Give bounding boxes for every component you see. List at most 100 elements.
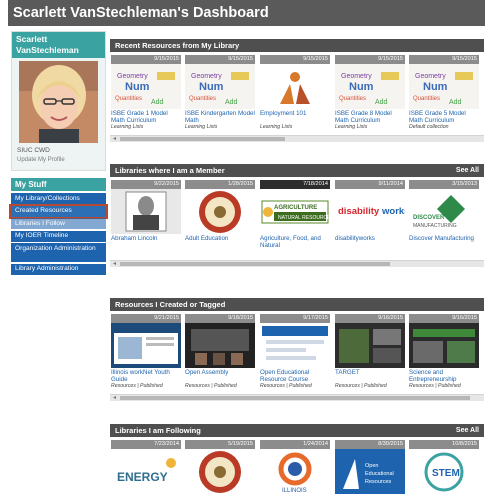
sidebar: Scarlett VanStechleman SIUC CWD Update M…: [9, 31, 108, 275]
state-seal-icon[interactable]: [185, 189, 255, 234]
menu-item-library-admin[interactable]: Library Administration: [11, 263, 106, 275]
svg-text:Geometry: Geometry: [341, 73, 372, 80]
tile-title[interactable]: [260, 495, 330, 501]
resource-tile[interactable]: 9/16/2015 Science and Entrepreneurship Res…: [409, 314, 479, 392]
svg-text:NATURAL RESOURCES: NATURAL RESOURCES: [278, 215, 330, 221]
tile-title[interactable]: Adult Education: [185, 235, 255, 249]
resource-tile[interactable]: 9/18/2015 Open Assembly Resources | Publis…: [185, 314, 255, 392]
menu-item-my-library[interactable]: My Library/Collections: [11, 193, 106, 204]
tile-title[interactable]: ISBE Grade 5 Model Math Curriculum: [409, 110, 479, 124]
tile-title[interactable]: disabilityworks: [335, 235, 405, 249]
svg-text:Geometry: Geometry: [117, 73, 148, 80]
manufacturing-icon[interactable]: DISCOVER MANUFACTURING: [409, 189, 479, 234]
disabilityworks-icon[interactable]: disabilityworks: [335, 189, 405, 234]
oer-icon[interactable]: Open Educational Resources: [335, 449, 405, 494]
tile-title[interactable]: Illinois workNet Youth Guide: [111, 369, 181, 383]
resource-tile[interactable]: 9/11/2014disabilityworksdisabilityworks: [335, 180, 405, 258]
stem-icon[interactable]: STEM: [409, 449, 479, 494]
menu-item-created-resources[interactable]: Created Resources: [9, 203, 108, 219]
classroom-icon[interactable]: [185, 323, 255, 368]
resource-tile[interactable]: 1/28/2015 Adult Education: [185, 180, 255, 258]
profile-card: Scarlett VanStechleman SIUC CWD Update M…: [11, 31, 106, 171]
tile-title[interactable]: Employment 101: [260, 110, 330, 124]
tile-title[interactable]: Science and Entrepreneurship: [409, 369, 479, 383]
tile-date: 9/15/2015: [185, 55, 255, 64]
menu-item-org-admin[interactable]: Organization Administration: [11, 243, 106, 262]
resource-tile[interactable]: 9/21/2015 Illinois workNet Youth Guide Res…: [111, 314, 181, 392]
illinois-logo-icon[interactable]: ILLINOIS: [260, 449, 330, 494]
resource-tile[interactable]: 1/24/2014 ILLINOIS: [260, 440, 330, 501]
see-all-link[interactable]: See All: [456, 424, 479, 437]
screenshot-green-icon[interactable]: [409, 323, 479, 368]
menu-item-ioer-timeline[interactable]: My IOER Timeline: [11, 230, 106, 242]
tile-title[interactable]: Open Assembly: [185, 369, 255, 383]
update-profile-link[interactable]: Update My Profile: [17, 157, 65, 163]
tile-title[interactable]: ISBE Kindergarten Model Math: [185, 110, 255, 124]
resource-tile[interactable]: 9/15/2015 Geometry Num Quantities Add ISBE Gr…: [335, 55, 405, 133]
tile-date: 10/8/2015: [409, 440, 479, 449]
svg-text:Geometry: Geometry: [415, 73, 446, 80]
resource-tile[interactable]: 9/15/2015 Geometry Num Quantities Add ISBE Ki…: [185, 55, 255, 133]
svg-text:ENERGY: ENERGY: [117, 470, 168, 484]
section-heading: Resources I Created or Tagged: [110, 298, 484, 311]
tile-title[interactable]: Abraham Lincoln: [111, 235, 181, 249]
svg-text:Quantities: Quantities: [189, 96, 216, 102]
tile-title[interactable]: ISBE Grade 8 Model Math Curriculum: [335, 110, 405, 124]
tile-subtitle: Learning Lists: [185, 124, 218, 130]
tile-date: 1/28/2015: [185, 180, 255, 189]
tile-date: 5/19/2015: [185, 440, 255, 449]
my-stuff-heading: My Stuff: [11, 178, 106, 191]
scroll-left-icon[interactable]: ◂: [113, 260, 116, 267]
resource-tile[interactable]: 9/15/2015 Geometry Num Quantities Add ISBE Gr…: [409, 55, 479, 133]
screenshot-dark-icon[interactable]: [335, 323, 405, 368]
menu-item-libraries-follow[interactable]: Libraries I Follow: [11, 218, 106, 229]
horizontal-scrollbar[interactable]: ◂: [110, 260, 484, 267]
state-seal-icon[interactable]: [185, 449, 255, 494]
scroll-left-icon[interactable]: ◂: [113, 394, 116, 401]
scroll-left-icon[interactable]: ◂: [113, 135, 116, 142]
tile-title[interactable]: Open Educational Resource Course: [260, 369, 330, 383]
word-cloud-icon[interactable]: Geometry Num Quantities Add: [111, 64, 181, 109]
resource-tile[interactable]: 8/30/2015 Open Educational Resources: [335, 440, 405, 501]
screenshot-blue-icon[interactable]: [260, 323, 330, 368]
portrait-icon[interactable]: [111, 189, 181, 234]
agriculture-icon[interactable]: AGRICULTURE NATURAL RESOURCES: [260, 189, 330, 234]
resource-tile[interactable]: 9/15/2015 Geometry Num Quantities Add ISBE Gr…: [111, 55, 181, 133]
word-cloud-icon[interactable]: Geometry Num Quantities Add: [335, 64, 405, 109]
screenshot-icon[interactable]: [111, 323, 181, 368]
tile-title[interactable]: Agriculture, Food, and Natural: [260, 235, 330, 249]
tile-title[interactable]: [111, 495, 181, 501]
tile-title[interactable]: Discover Manufacturing: [409, 235, 479, 249]
horizontal-scrollbar[interactable]: ◂: [110, 135, 484, 142]
dashboard-header: Scarlett VanStechleman's Dashboard: [8, 0, 485, 26]
resource-tile[interactable]: 10/8/2015 STEM: [409, 440, 479, 501]
resource-tile[interactable]: 9/17/2015 Open Educational Resource Cours…: [260, 314, 330, 392]
resource-tile[interactable]: 9/22/2015 Abraham Lincoln: [111, 180, 181, 258]
energy-icon[interactable]: ENERGY: [111, 449, 181, 494]
tile-title[interactable]: [335, 495, 405, 501]
resource-tile[interactable]: 9/15/2015 Employment 101 Learning Lists: [260, 55, 330, 133]
scroll-thumb[interactable]: [120, 262, 390, 266]
tile-date: 9/15/2015: [260, 55, 330, 64]
scroll-thumb[interactable]: [120, 396, 470, 400]
tile-title[interactable]: TARGET: [335, 369, 405, 383]
scroll-thumb[interactable]: [120, 137, 285, 141]
resource-tile[interactable]: 7/18/2014 AGRICULTURE NATURAL RESOURCES Agr…: [260, 180, 330, 258]
resource-tile[interactable]: 5/19/2015: [185, 440, 255, 501]
orange-logo-icon[interactable]: [260, 64, 330, 109]
word-cloud-icon[interactable]: Geometry Num Quantities Add: [185, 64, 255, 109]
svg-text:STEM: STEM: [432, 468, 460, 479]
word-cloud-icon[interactable]: Geometry Num Quantities Add: [409, 64, 479, 109]
resource-tile[interactable]: 3/15/2013 DISCOVER MANUFACTURING Discover M…: [409, 180, 479, 258]
resource-tile[interactable]: 7/23/2014 ENERGY: [111, 440, 181, 501]
tile-date: 3/15/2013: [409, 180, 479, 189]
tile-title[interactable]: [185, 495, 255, 501]
tile-title[interactable]: ISBE Grade 1 Model Math Curriculum: [111, 110, 181, 124]
tile-title[interactable]: [409, 495, 479, 501]
resource-tile[interactable]: 9/16/2015 TARGET Resources | Published: [335, 314, 405, 392]
avatar[interactable]: [19, 61, 98, 143]
tile-date: 9/16/2015: [409, 314, 479, 323]
horizontal-scrollbar[interactable]: ◂: [110, 394, 484, 401]
section-heading: Libraries where I am a Member See All: [110, 164, 484, 177]
see-all-link[interactable]: See All: [456, 164, 479, 177]
